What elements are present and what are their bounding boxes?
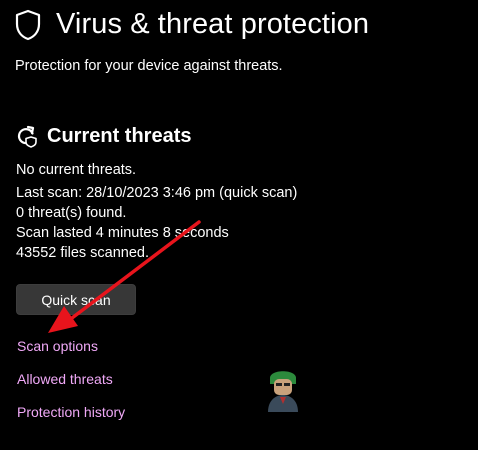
refresh-shield-icon [17,125,37,148]
appuals-mascot-logo [268,371,298,412]
current-threats-header: Current threats [15,124,191,148]
page-title: Virus & threat protection [56,8,370,40]
threats-found-text: 0 threat(s) found. [16,205,127,221]
files-scanned-text: 43552 files scanned. [16,245,150,261]
shield-icon [15,9,41,40]
allowed-threats-link[interactable]: Allowed threats [17,371,113,387]
threat-status-text: No current threats. [16,162,137,178]
quick-scan-button[interactable]: Quick scan [16,284,136,315]
protection-history-link[interactable]: Protection history [17,404,125,420]
page-header: Virus & threat protection [14,8,369,41]
page-subtitle: Protection for your device against threa… [15,58,283,74]
scan-options-link[interactable]: Scan options [17,338,98,354]
section-title: Current threats [47,124,192,147]
last-scan-text: Last scan: 28/10/2023 3:46 pm (quick sca… [16,185,298,201]
scan-duration-text: Scan lasted 4 minutes 8 seconds [16,225,229,241]
